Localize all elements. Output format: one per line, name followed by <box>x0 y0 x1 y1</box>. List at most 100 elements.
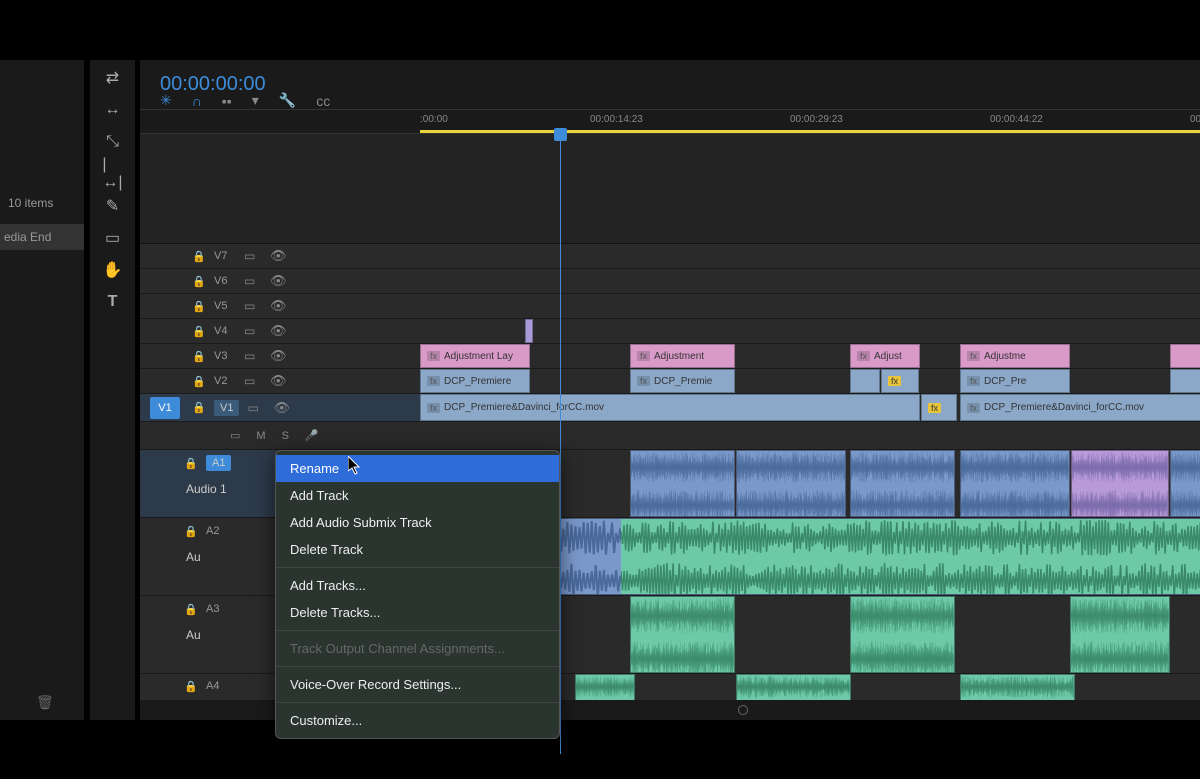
ripple-edit-icon[interactable]: ⇄ <box>103 68 123 88</box>
video-track-v4[interactable]: 🔒 V4 ▭ 👁 <box>140 319 1200 344</box>
sync-lock-icon[interactable]: ▭ <box>230 429 240 442</box>
track-content[interactable] <box>420 269 1200 293</box>
audio-clip[interactable] <box>630 450 735 517</box>
lock-icon[interactable]: 🔒 <box>192 350 206 363</box>
menu-item-customize[interactable]: Customize... <box>276 707 559 734</box>
track-content[interactable] <box>420 294 1200 318</box>
lock-icon[interactable]: 🔒 <box>192 250 206 263</box>
solo-button[interactable]: S <box>282 430 289 442</box>
type-icon[interactable]: T <box>103 292 123 312</box>
clip[interactable]: fxDCP_Premie <box>630 369 735 393</box>
clip[interactable]: fxDCP_Pre <box>960 369 1070 393</box>
track-content[interactable]: fxDCP_PremierefxDCP_PremiefxfxDCP_Pre <box>420 369 1200 393</box>
razor-icon[interactable]: |↔| <box>103 164 123 184</box>
voice-record-icon[interactable]: 🎤 <box>305 429 319 442</box>
lock-icon[interactable]: 🔒 <box>192 325 206 338</box>
audio-clip[interactable] <box>850 596 955 673</box>
lock-icon[interactable]: 🔒 <box>184 457 198 470</box>
track-header[interactable]: 🔒 V3 ▭ 👁 <box>140 344 420 368</box>
snap-icon[interactable]: ✳ <box>160 92 172 109</box>
menu-item-add-tracks[interactable]: Add Tracks... <box>276 572 559 599</box>
clip[interactable] <box>1170 369 1200 393</box>
sync-lock-icon[interactable]: ▭ <box>244 374 262 388</box>
video-track-v1[interactable]: V1 🔒 V1 ▭ 👁fxDCP_Premiere&Davinci_forCC.… <box>140 394 1200 422</box>
audio-clip[interactable] <box>1070 596 1170 673</box>
clip[interactable]: fx <box>921 394 957 421</box>
rate-stretch-icon[interactable]: ⤡ <box>103 132 123 152</box>
settings-icon[interactable]: 🔧 <box>279 92 296 109</box>
lock-icon[interactable]: 🔒 <box>184 525 198 538</box>
eye-icon[interactable]: 👁 <box>270 323 288 339</box>
insert-icon[interactable]: ▾ <box>252 92 259 109</box>
track-target[interactable]: V1 <box>214 400 239 416</box>
track-target[interactable]: A4 <box>206 680 228 692</box>
eye-icon[interactable]: 👁 <box>270 248 288 264</box>
menu-item-delete-track[interactable]: Delete Track <box>276 536 559 563</box>
sync-lock-icon[interactable]: ▭ <box>247 401 265 415</box>
clip[interactable]: fxDCP_Premiere&Davinci_forCC.mov <box>420 394 920 421</box>
linked-selection-icon[interactable]: ∩ <box>192 93 202 109</box>
lock-icon[interactable]: 🔒 <box>192 401 206 414</box>
track-content[interactable] <box>420 319 1200 343</box>
track-header[interactable]: 🔒 V7 ▭ 👁 <box>140 244 420 268</box>
eye-icon[interactable]: 👁 <box>270 373 288 389</box>
sync-lock-icon[interactable]: ▭ <box>244 324 262 338</box>
clip[interactable] <box>525 319 533 343</box>
clip[interactable]: fxAdjustment Lay <box>420 344 530 368</box>
audio-clip[interactable] <box>850 450 955 517</box>
sync-lock-icon[interactable]: ▭ <box>244 349 262 363</box>
source-patch-v1[interactable]: V1 <box>150 397 180 419</box>
menu-item-voice-over-record-settings[interactable]: Voice-Over Record Settings... <box>276 671 559 698</box>
scroll-handle-right[interactable] <box>738 705 748 715</box>
hand-icon[interactable]: ✋ <box>103 260 123 280</box>
lock-icon[interactable]: 🔒 <box>184 680 198 693</box>
audio-clip[interactable] <box>630 596 735 673</box>
audio-clip[interactable] <box>960 674 1075 700</box>
mute-button[interactable]: M <box>256 430 265 442</box>
trash-icon[interactable]: 🗑 <box>36 694 54 711</box>
audio-clip[interactable] <box>1071 450 1169 517</box>
track-target[interactable]: A2 <box>206 525 228 537</box>
video-track-v5[interactable]: 🔒 V5 ▭ 👁 <box>140 294 1200 319</box>
track-content[interactable] <box>420 244 1200 268</box>
clip[interactable]: fxAdjustme <box>960 344 1070 368</box>
track-header[interactable]: V1 🔒 V1 ▭ 👁 <box>140 394 420 421</box>
menu-item-delete-tracks[interactable]: Delete Tracks... <box>276 599 559 626</box>
clip[interactable]: fxAdjustment <box>630 344 735 368</box>
eye-icon[interactable]: 👁 <box>273 400 291 416</box>
track-content[interactable]: fxDCP_Premiere&Davinci_forCC.movfxfxDCP_… <box>420 394 1200 421</box>
clip[interactable] <box>1170 344 1200 368</box>
video-track-v2[interactable]: 🔒 V2 ▭ 👁fxDCP_PremierefxDCP_PremiefxfxDC… <box>140 369 1200 394</box>
lock-icon[interactable]: 🔒 <box>192 275 206 288</box>
rectangle-icon[interactable]: ▭ <box>103 228 123 248</box>
sync-lock-icon[interactable]: ▭ <box>244 274 262 288</box>
menu-item-add-track[interactable]: Add Track <box>276 482 559 509</box>
track-target[interactable]: A3 <box>206 603 228 615</box>
clip[interactable]: fxDCP_Premiere&Davinci_forCC.mov <box>960 394 1200 421</box>
menu-item-add-audio-submix-track[interactable]: Add Audio Submix Track <box>276 509 559 536</box>
audio-clip[interactable] <box>736 674 851 700</box>
marker-icon[interactable]: ▪▪ <box>222 93 232 109</box>
lock-icon[interactable]: 🔒 <box>192 375 206 388</box>
pen-icon[interactable]: ✎ <box>103 196 123 216</box>
lock-icon[interactable]: 🔒 <box>184 603 198 616</box>
sync-lock-icon[interactable]: ▭ <box>244 299 262 313</box>
rolling-edit-icon[interactable]: ↔ <box>103 100 123 120</box>
audio-clip[interactable] <box>960 450 1070 517</box>
track-header[interactable]: 🔒 V4 ▭ 👁 <box>140 319 420 343</box>
eye-icon[interactable]: 👁 <box>270 273 288 289</box>
clip[interactable]: fxDCP_Premiere <box>420 369 530 393</box>
playhead[interactable] <box>560 134 561 754</box>
track-header[interactable]: 🔒 V2 ▭ 👁 <box>140 369 420 393</box>
audio-clip[interactable] <box>1170 450 1200 517</box>
track-target[interactable]: A1 <box>206 455 231 471</box>
caption-icon[interactable]: cc <box>316 93 330 109</box>
clip[interactable] <box>850 369 880 393</box>
video-track-v3[interactable]: 🔒 V3 ▭ 👁fxAdjustment Lay fxAdjustment fxAd… <box>140 344 1200 369</box>
work-area-bar[interactable] <box>420 130 1200 133</box>
time-ruler[interactable]: :00:0000:00:14:2300:00:29:2300:00:44:220… <box>140 110 1200 134</box>
audio-clip[interactable] <box>575 674 635 700</box>
video-track-v6[interactable]: 🔒 V6 ▭ 👁 <box>140 269 1200 294</box>
track-header[interactable]: 🔒 V6 ▭ 👁 <box>140 269 420 293</box>
sync-lock-icon[interactable]: ▭ <box>244 249 262 263</box>
